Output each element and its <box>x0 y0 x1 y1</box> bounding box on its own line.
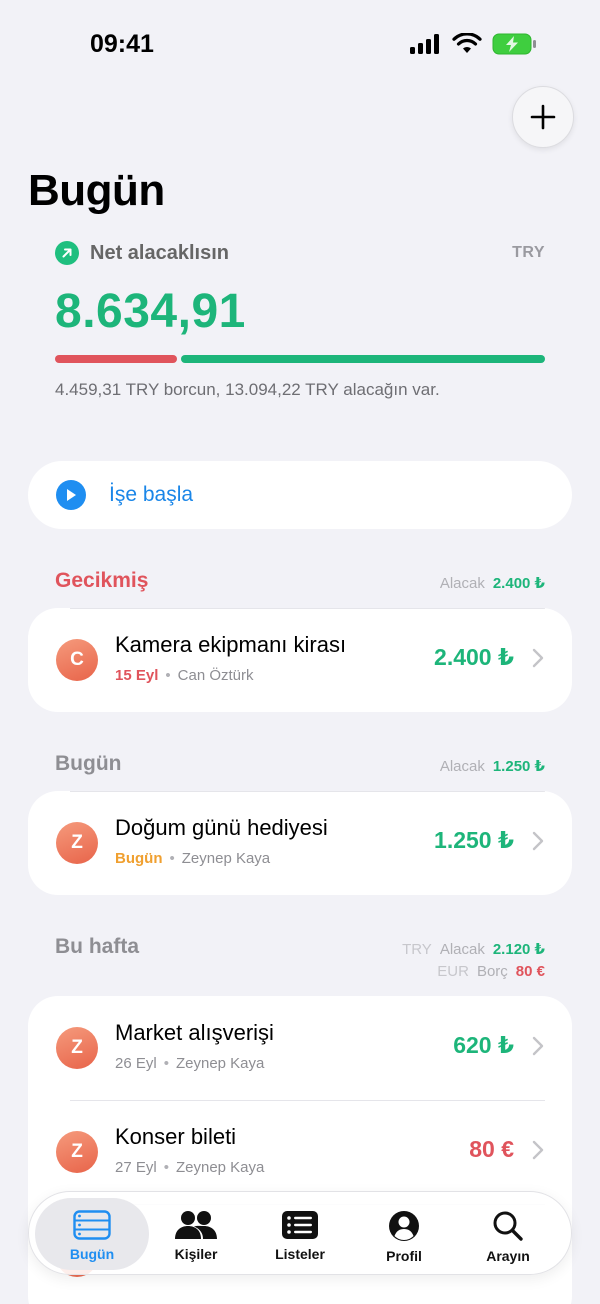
tab-label: Bugün <box>69 1246 115 1262</box>
transaction-row[interactable]: Z Doğum günü hediyesi Bugün • Zeynep Kaya … <box>28 791 572 895</box>
section-header-this-week: Bu hafta TRY Alacak 2.120 ₺ EUR Borç 80 € <box>55 935 545 980</box>
transaction-meta: Bugün • Zeynep Kaya <box>115 850 271 867</box>
debt-credit-ratio-bar <box>55 355 545 363</box>
get-started-button[interactable]: İşe başla <box>28 461 572 529</box>
tab-search[interactable]: Arayın <box>456 1198 560 1270</box>
transaction-row[interactable]: Z Market alışverişi 26 Eyl • Zeynep Kaya 6… <box>28 996 572 1100</box>
debt-portion-bar <box>55 355 177 363</box>
transaction-person: Zeynep Kaya <box>175 1055 265 1072</box>
today-card: Z Doğum günü hediyesi Bugün • Zeynep Kaya … <box>28 791 572 895</box>
tab-label: Listeler <box>275 1246 325 1262</box>
transaction-meta: 27 Eyl • Zeynep Kaya <box>115 1159 265 1176</box>
credit-portion-bar <box>181 355 545 363</box>
tab-bar: Bugün Kişiler Listeler Profil Arayın <box>28 1191 572 1275</box>
net-balance-currency: TRY <box>512 244 545 261</box>
chevron-right-icon <box>532 831 544 851</box>
transaction-person: Zeynep Kaya <box>175 1159 265 1176</box>
lists-icon <box>282 1211 318 1239</box>
transaction-amount: 2.400 ₺ <box>434 644 514 670</box>
search-icon <box>493 1211 523 1241</box>
tab-lists[interactable]: Listeler <box>248 1198 352 1270</box>
transaction-row[interactable]: C Kamera ekipmanı kirası 15 Eyl • Can Öztü… <box>28 608 572 712</box>
transaction-date: Bugün <box>115 850 163 867</box>
transaction-title: Kamera ekipmanı kirası <box>115 632 347 657</box>
net-balance-label: Net alacaklısın <box>90 241 229 264</box>
section-totals: Alacak 2.400 ₺ <box>440 573 545 595</box>
transaction-person: Zeynep Kaya <box>181 850 271 867</box>
status-icons <box>410 33 538 55</box>
transaction-title: Konser bileti <box>115 1124 237 1149</box>
tab-label: Arayın <box>486 1248 530 1264</box>
add-button[interactable] <box>512 86 574 148</box>
net-balance-header: Net alacaklısın TRY <box>55 241 545 265</box>
total-type-label: Alacak <box>439 758 485 775</box>
chevron-right-icon <box>532 648 544 668</box>
total-type-label: Alacak <box>439 941 485 958</box>
status-time: 09:41 <box>90 30 154 58</box>
transaction-title: Doğum günü hediyesi <box>115 815 328 840</box>
transaction-date: 15 Eyl <box>115 667 159 684</box>
avatar: C <box>56 639 98 681</box>
net-balance-summary: 4.459,31 TRY borcun, 13.094,22 TRY alaca… <box>55 380 440 399</box>
tab-profile[interactable]: Profil <box>352 1198 456 1270</box>
total-type-label: Alacak <box>439 575 485 592</box>
net-balance-amount: 8.634,91 <box>55 285 246 338</box>
today-list-icon <box>73 1210 111 1240</box>
avatar: Z <box>56 1027 98 1069</box>
transaction-amount: 80 € <box>469 1136 514 1162</box>
transaction-amount: 620 ₺ <box>453 1032 514 1058</box>
get-started-label: İşe başla <box>109 483 194 506</box>
total-currency-label: TRY <box>402 941 432 958</box>
total-value: 2.400 ₺ <box>492 575 545 592</box>
transaction-meta: 26 Eyl • Zeynep Kaya <box>115 1055 265 1072</box>
total-value: 1.250 ₺ <box>492 758 545 775</box>
chevron-right-icon <box>532 1140 544 1160</box>
chevron-right-icon <box>532 1036 544 1056</box>
total-type-label: Borç <box>476 963 508 980</box>
total-currency-label: EUR <box>437 963 469 980</box>
page-title: Bugün <box>28 166 165 215</box>
transaction-amount: 1.250 ₺ <box>434 827 514 853</box>
section-header-today: Bugün Alacak 1.250 ₺ <box>55 752 545 776</box>
tab-label: Kişiler <box>174 1246 218 1262</box>
section-header-overdue: Gecikmiş Alacak 2.400 ₺ <box>55 569 545 593</box>
transaction-meta: 15 Eyl • Can Öztürk <box>115 667 254 684</box>
section-totals: Alacak 1.250 ₺ <box>440 756 545 778</box>
overdue-card: C Kamera ekipmanı kirası 15 Eyl • Can Öztü… <box>28 608 572 712</box>
transaction-date: 26 Eyl <box>115 1055 157 1072</box>
play-icon <box>56 480 86 510</box>
total-value: 80 € <box>515 963 545 980</box>
tab-people[interactable]: Kişiler <box>144 1198 248 1270</box>
transaction-date: 27 Eyl <box>115 1159 157 1176</box>
transaction-person: Can Öztürk <box>177 667 254 684</box>
wifi-icon <box>452 33 482 53</box>
people-icon <box>175 1211 217 1239</box>
transaction-row[interactable]: Z Konser bileti 27 Eyl • Zeynep Kaya 80 € <box>28 1100 572 1204</box>
avatar: Z <box>56 1131 98 1173</box>
battery-charging-icon <box>492 33 536 55</box>
tab-label: Profil <box>386 1248 422 1264</box>
tab-today[interactable]: Bugün <box>40 1198 144 1270</box>
section-totals: TRY Alacak 2.120 ₺ EUR Borç 80 € <box>402 939 545 983</box>
status-bar: 09:41 <box>0 0 600 90</box>
total-value: 2.120 ₺ <box>492 941 545 958</box>
arrow-up-right-icon <box>55 241 79 265</box>
plus-icon <box>530 104 556 130</box>
cellular-signal-icon <box>410 34 439 54</box>
avatar: Z <box>56 822 98 864</box>
transaction-title: Market alışverişi <box>115 1020 274 1045</box>
profile-icon <box>389 1211 419 1241</box>
